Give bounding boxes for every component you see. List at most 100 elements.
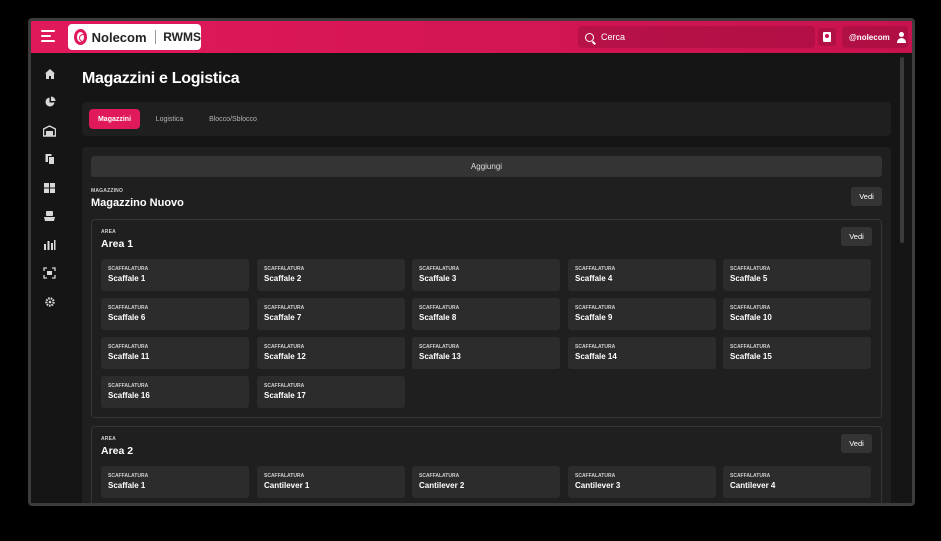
rack-card[interactable]: SCAFFALATURA Scaffale 4 <box>568 259 716 291</box>
rack-name: Cantilever 3 <box>575 481 621 490</box>
user-menu-button[interactable]: @nolecom <box>842 26 908 48</box>
rack-category: SCAFFALATURA <box>575 473 616 479</box>
rack-name: Scaffale 16 <box>108 391 150 400</box>
delivery-icon[interactable] <box>43 209 56 222</box>
logo[interactable]: Nolecom RWMS <box>68 24 201 50</box>
rack-card[interactable]: SCAFFALATURA Scaffale 12 <box>257 337 405 369</box>
rack-card[interactable]: SCAFFALATURA Scaffale 17 <box>257 376 405 408</box>
rack-category: SCAFFALATURA <box>575 344 616 350</box>
rack-name: Cantilever 4 <box>730 481 776 490</box>
rack-category: SCAFFALATURA <box>108 344 149 350</box>
rack-card[interactable]: SCAFFALATURA Scaffale 9 <box>568 298 716 330</box>
search-input[interactable]: Cerca <box>578 26 815 48</box>
top-bar: Nolecom RWMS Cerca @nolecom <box>31 21 912 53</box>
rack-category: SCAFFALATURA <box>264 305 305 311</box>
rack-card[interactable]: SCAFFALATURA Cantilever 1 <box>257 466 405 498</box>
rack-category: SCAFFALATURA <box>108 383 149 389</box>
username: @nolecom <box>849 32 890 42</box>
documents-icon[interactable] <box>43 152 56 165</box>
rack-card[interactable]: SCAFFALATURA Scaffale 1 <box>101 466 249 498</box>
rack-name: Scaffale 12 <box>264 352 306 361</box>
rack-card[interactable]: SCAFFALATURA Scaffale 1 <box>101 259 249 291</box>
warehouse-view-button[interactable]: Vedi <box>851 187 882 206</box>
settings-icon[interactable] <box>43 295 56 308</box>
rack-name: Cantilever 1 <box>264 481 310 490</box>
rack-name: Scaffale 8 <box>419 313 457 322</box>
menu-icon[interactable] <box>41 30 55 44</box>
rack-card[interactable]: SCAFFALATURA Scaffale 13 <box>412 337 560 369</box>
rack-category: SCAFFALATURA <box>108 473 149 479</box>
rack-name: Scaffale 9 <box>575 313 613 322</box>
rack-category: SCAFFALATURA <box>730 266 771 272</box>
rack-card[interactable]: SCAFFALATURA Scaffale 11 <box>101 337 249 369</box>
search-placeholder: Cerca <box>601 32 626 42</box>
contacts-button[interactable] <box>818 28 836 46</box>
rack-card[interactable]: SCAFFALATURA Cantilever 4 <box>723 466 871 498</box>
rack-card[interactable]: SCAFFALATURA Scaffale 16 <box>101 376 249 408</box>
rack-name: Scaffale 1 <box>108 481 146 490</box>
tab-bar: Magazzini Logistica Blocco/Sblocco <box>82 102 891 136</box>
rack-card[interactable]: SCAFFALATURA Scaffale 2 <box>257 259 405 291</box>
area-category: AREA <box>101 229 116 235</box>
rack-category: SCAFFALATURA <box>419 344 460 350</box>
rack-card[interactable]: SCAFFALATURA Scaffale 14 <box>568 337 716 369</box>
tab-magazzini[interactable]: Magazzini <box>89 109 140 129</box>
rack-card[interactable]: SCAFFALATURA Scaffale 5 <box>723 259 871 291</box>
rack-name: Scaffale 3 <box>419 274 457 283</box>
logo-icon <box>74 29 87 45</box>
stats-icon[interactable] <box>43 238 56 251</box>
rack-category: SCAFFALATURA <box>108 305 149 311</box>
area-category: AREA <box>101 436 116 442</box>
rack-card[interactable]: SCAFFALATURA Scaffale 6 <box>101 298 249 330</box>
tab-blocco-sblocco[interactable]: Blocco/Sblocco <box>199 109 267 129</box>
area-view-button[interactable]: Vedi <box>841 227 872 246</box>
area-view-button[interactable]: Vedi <box>841 434 872 453</box>
pie-chart-icon[interactable] <box>43 95 56 108</box>
rack-card[interactable]: SCAFFALATURA Scaffale 7 <box>257 298 405 330</box>
search-icon <box>585 32 594 42</box>
rack-name: Scaffale 17 <box>264 391 306 400</box>
rack-card[interactable]: SCAFFALATURA Cantilever 3 <box>568 466 716 498</box>
boxes-icon[interactable] <box>43 181 56 194</box>
rack-name: Scaffale 13 <box>419 352 461 361</box>
rack-name: Scaffale 11 <box>108 352 150 361</box>
warehouse-panel: Aggiungi MAGAZZINO Magazzino Nuovo Vedi … <box>82 147 891 503</box>
scan-icon[interactable] <box>43 266 56 279</box>
rack-name: Scaffale 7 <box>264 313 302 322</box>
rack-category: SCAFFALATURA <box>264 383 305 389</box>
rack-name: Scaffale 15 <box>730 352 772 361</box>
rack-card[interactable]: SCAFFALATURA Cantilever 2 <box>412 466 560 498</box>
sidebar <box>31 53 67 503</box>
area-card-1: AREA Area 1 Vedi SCAFFALATURA Scaffale 1 … <box>91 219 882 418</box>
rack-card[interactable]: SCAFFALATURA Scaffale 15 <box>723 337 871 369</box>
rack-name: Scaffale 10 <box>730 313 772 322</box>
scrollbar[interactable] <box>900 57 904 243</box>
rack-name: Scaffale 5 <box>730 274 768 283</box>
main-content: Magazzini e Logistica Magazzini Logistic… <box>67 53 912 503</box>
warehouse-category: MAGAZZINO <box>91 188 124 194</box>
rack-name: Scaffale 1 <box>108 274 146 283</box>
contact-book-icon <box>823 32 831 42</box>
app-window: Nolecom RWMS Cerca @nolecom Magazzini e … <box>28 18 915 506</box>
add-button[interactable]: Aggiungi <box>91 156 882 177</box>
area-name: Area 2 <box>101 445 134 457</box>
rack-card[interactable]: SCAFFALATURA Scaffale 3 <box>412 259 560 291</box>
rack-name: Scaffale 4 <box>575 274 613 283</box>
user-icon <box>896 31 907 43</box>
rack-name: Scaffale 14 <box>575 352 617 361</box>
rack-category: SCAFFALATURA <box>419 305 460 311</box>
area-name: Area 1 <box>101 238 134 250</box>
rack-name: Scaffale 2 <box>264 274 302 283</box>
rack-card[interactable]: SCAFFALATURA Scaffale 10 <box>723 298 871 330</box>
rack-category: SCAFFALATURA <box>264 473 305 479</box>
rack-category: SCAFFALATURA <box>575 266 616 272</box>
warehouse-name: Magazzino Nuovo <box>91 197 184 209</box>
warehouse-icon[interactable] <box>43 124 56 137</box>
rack-category: SCAFFALATURA <box>264 266 305 272</box>
rack-category: SCAFFALATURA <box>730 473 771 479</box>
page-title: Magazzini e Logistica <box>82 70 240 87</box>
tab-logistica[interactable]: Logistica <box>146 109 193 129</box>
rack-card[interactable]: SCAFFALATURA Scaffale 8 <box>412 298 560 330</box>
rack-name: Cantilever 2 <box>419 481 465 490</box>
home-icon[interactable] <box>43 67 56 80</box>
